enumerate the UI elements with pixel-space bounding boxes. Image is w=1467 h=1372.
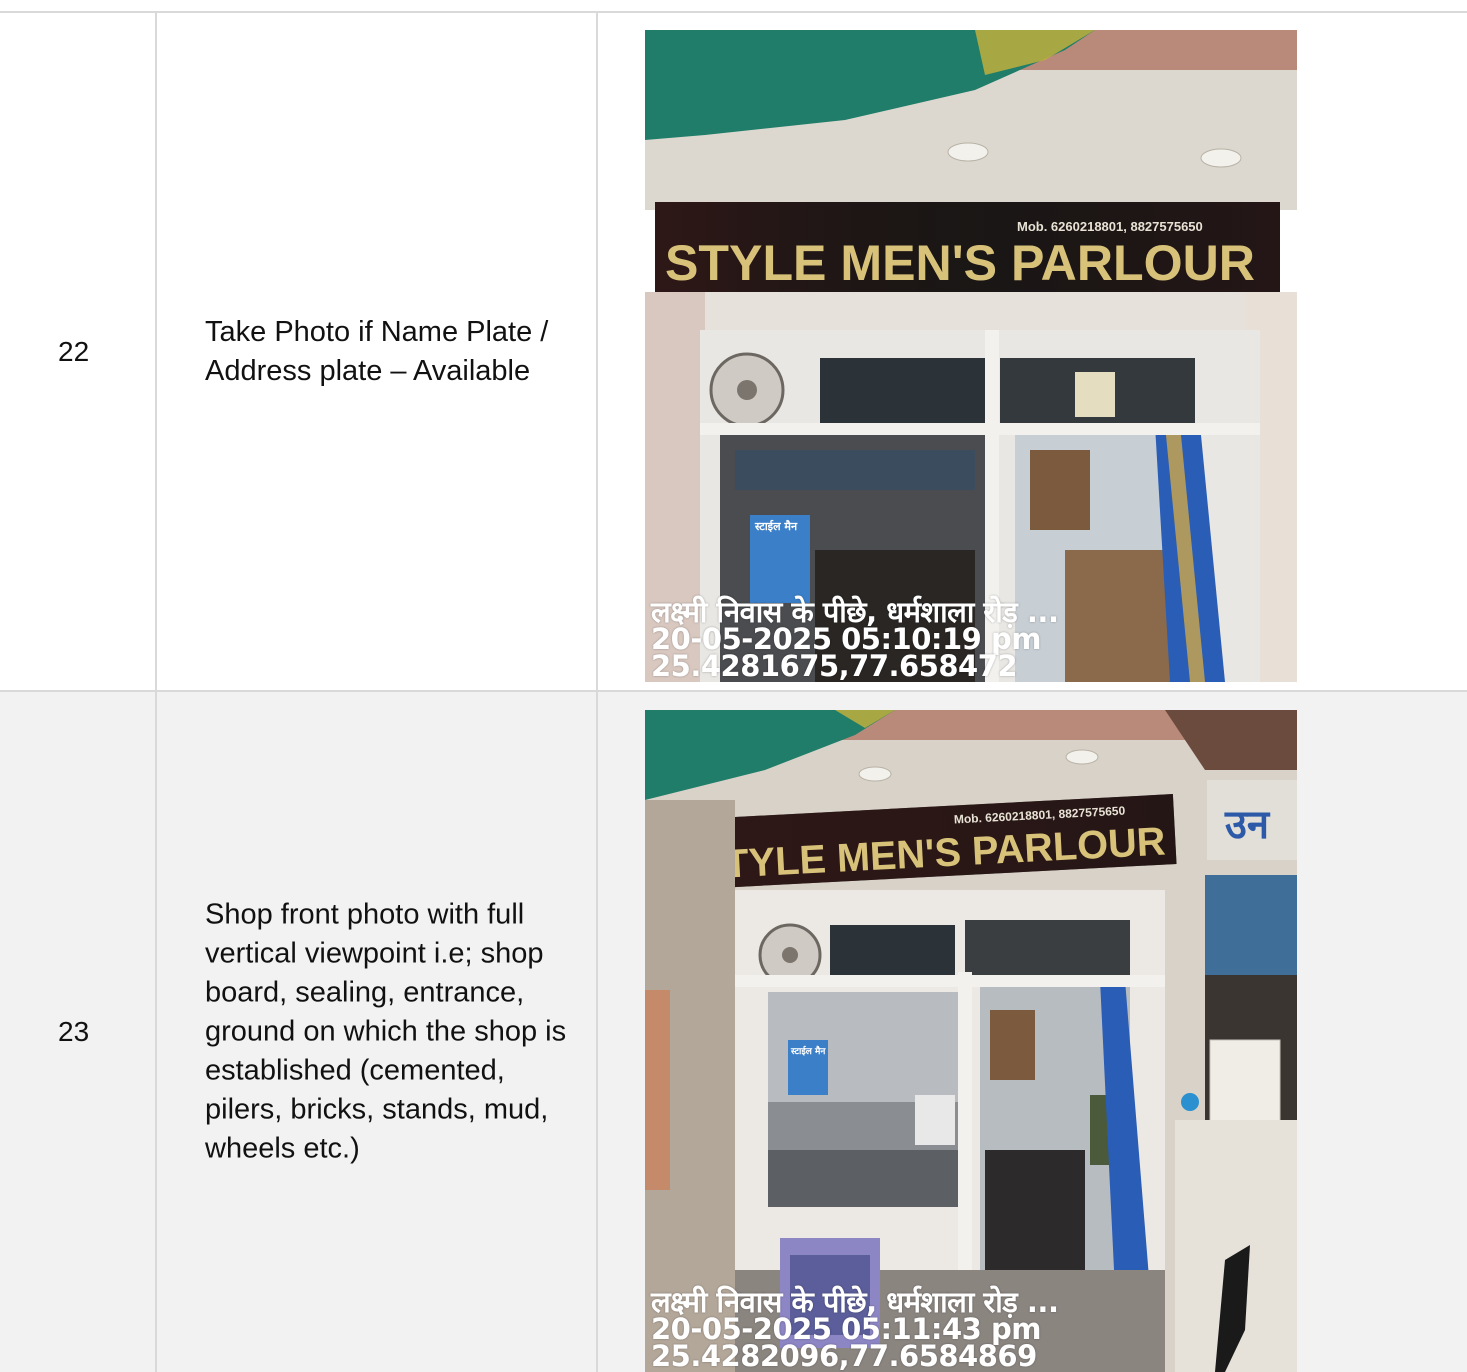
photo-cell: Mob. 6260218801, 8827575650 STYLE MEN'S … (598, 13, 1467, 690)
photo-timestamp-overlay: लक्ष्मी निवास के पीछे, धर्मशाला रोड़ ...… (651, 598, 1059, 682)
item-number: 23 (58, 1016, 90, 1047)
poster-text: स्टाईल मैन (790, 1045, 826, 1057)
photo-timestamp-overlay: लक्ष्मी निवास के पीछे, धर्मशाला रोड़ ...… (651, 1288, 1059, 1372)
shop-name-plate-photo[interactable]: Mob. 6260218801, 8827575650 STYLE MEN'S … (645, 30, 1297, 682)
item-description-cell: Shop front photo with full vertical view… (157, 692, 598, 1372)
sign-shop-name-text: STYLE MEN'S PARLOUR (665, 235, 1255, 291)
shop-front-photo[interactable]: Mob. 6260218801, 8827575650 STYLE MEN'S … (645, 710, 1297, 1372)
item-number: 22 (58, 335, 90, 367)
item-number-cell: 22 (0, 13, 157, 690)
checklist-table: 22 Take Photo if Name Plate / Address pl… (0, 11, 1467, 1372)
item-description-cell: Take Photo if Name Plate / Address plate… (157, 13, 598, 690)
side-sign-text: उन (1224, 802, 1271, 848)
shop-photo-illustration: Mob. 6260218801, 8827575650 STYLE MEN'S … (645, 30, 1297, 682)
table-row: 22 Take Photo if Name Plate / Address pl… (0, 13, 1467, 692)
table-row: 23 Shop front photo with full vertical v… (0, 692, 1467, 1372)
item-number-cell: 23 (0, 692, 157, 1372)
overlay-coordinates: 25.4281675,77.658472 (651, 649, 1018, 682)
item-description: Take Photo if Name Plate / Address plate… (205, 315, 549, 387)
photo-cell: Mob. 6260218801, 8827575650 STYLE MEN'S … (598, 692, 1467, 1372)
overlay-coordinates: 25.4282096,77.6584869 (651, 1339, 1037, 1372)
sign-phone-text: Mob. 6260218801, 8827575650 (1017, 219, 1203, 234)
shop-photo-illustration: Mob. 6260218801, 8827575650 STYLE MEN'S … (645, 710, 1297, 1372)
poster-text: स्टाईल मैन (754, 519, 798, 533)
item-description: Shop front photo with full vertical view… (205, 898, 567, 1165)
